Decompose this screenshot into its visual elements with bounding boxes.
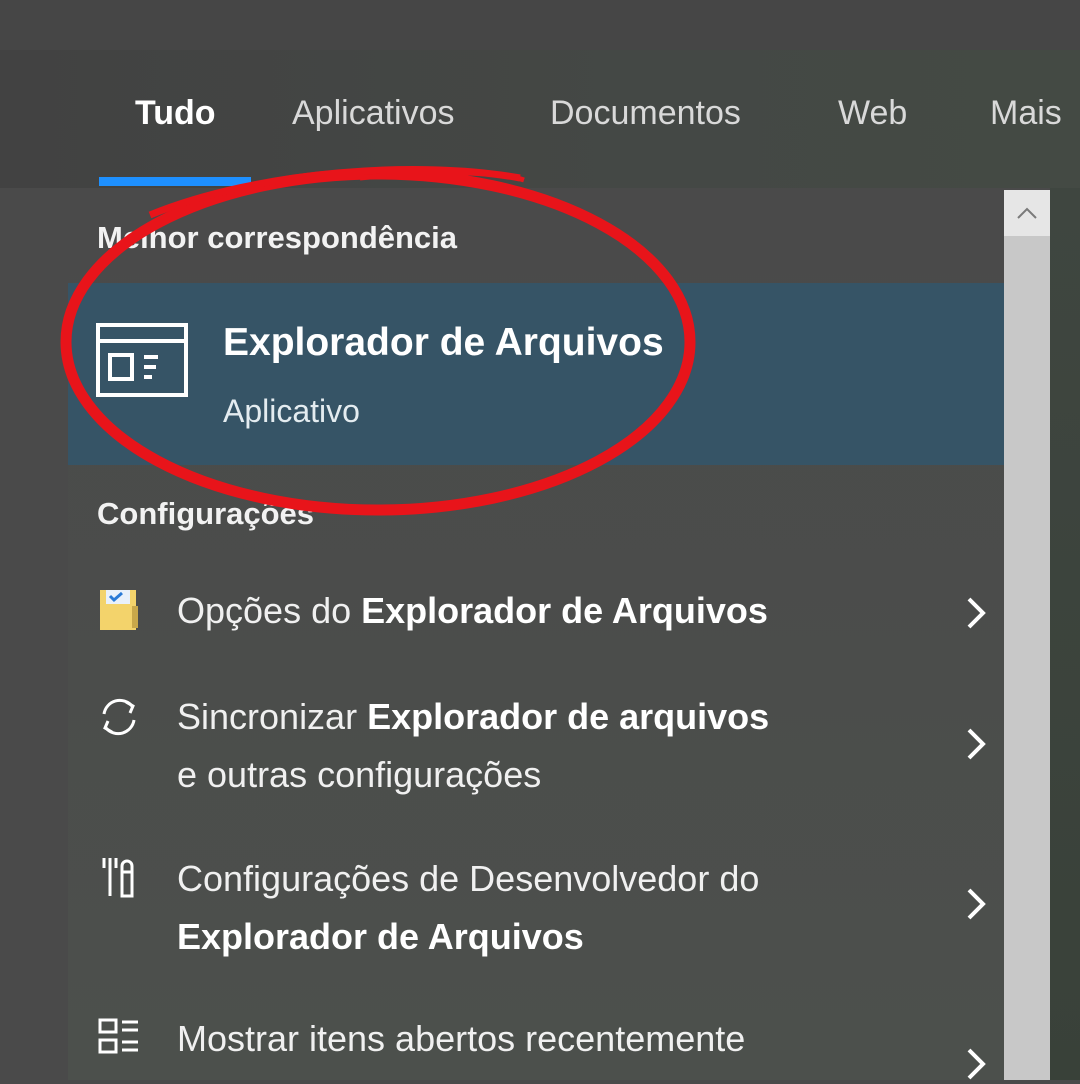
best-match-result[interactable]: Explorador de Arquivos Aplicativo: [68, 283, 1004, 465]
chevron-right-icon: [967, 597, 986, 629]
folder-options-icon: [100, 590, 138, 630]
search-tab-bar: Tudo Aplicativos Documentos Web Mais: [0, 50, 1080, 188]
settings-item-sync[interactable]: Sincronizar Explorador de arquivos e out…: [68, 688, 1004, 804]
item-text-normal: e outras configurações: [177, 754, 542, 795]
file-explorer-icon: [96, 323, 188, 397]
item-text-bold: Explorador de Arquivos: [361, 590, 768, 631]
tab-more[interactable]: Mais: [990, 94, 1062, 133]
tab-apps[interactable]: Aplicativos: [292, 94, 455, 133]
chevron-right-icon: [967, 1048, 986, 1080]
item-text-bold: Explorador de Arquivos: [177, 916, 584, 957]
item-text-normal: Configurações de Desenvolvedor do: [177, 858, 760, 899]
item-text-normal: Sincronizar: [177, 696, 368, 737]
settings-item-recent[interactable]: Mostrar itens abertos recentemente: [68, 1010, 1004, 1080]
item-text-normal: Opções do: [177, 590, 362, 631]
item-text-normal: Mostrar itens abertos recentemente: [177, 1018, 746, 1059]
developer-tools-icon: [102, 858, 134, 898]
item-text-bold: Explorador de arquivos: [367, 696, 770, 737]
tab-web[interactable]: Web: [838, 94, 907, 133]
best-match-subtitle: Aplicativo: [223, 393, 360, 429]
active-tab-indicator: [99, 177, 251, 186]
chevron-up-icon: [1017, 207, 1037, 219]
sync-icon: [102, 698, 136, 736]
recent-items-icon: [98, 1018, 138, 1054]
settings-item-folder-options[interactable]: Opções do Explorador de Arquivos: [68, 578, 1004, 648]
tab-all[interactable]: Tudo: [135, 94, 216, 133]
chevron-right-icon: [967, 728, 986, 760]
tab-documents[interactable]: Documentos: [550, 94, 741, 133]
best-match-title: Explorador de Arquivos: [223, 321, 664, 364]
scroll-up-button[interactable]: [1004, 190, 1050, 236]
chevron-right-icon: [967, 888, 986, 920]
settings-heading: Configurações: [97, 496, 315, 531]
window-edge: [1050, 188, 1080, 1080]
best-match-heading: Melhor correspondência: [97, 220, 458, 255]
scrollbar[interactable]: [1004, 190, 1050, 1080]
top-strip: [0, 0, 1080, 50]
settings-item-developer[interactable]: Configurações de Desenvolvedor do Explor…: [68, 850, 1004, 966]
